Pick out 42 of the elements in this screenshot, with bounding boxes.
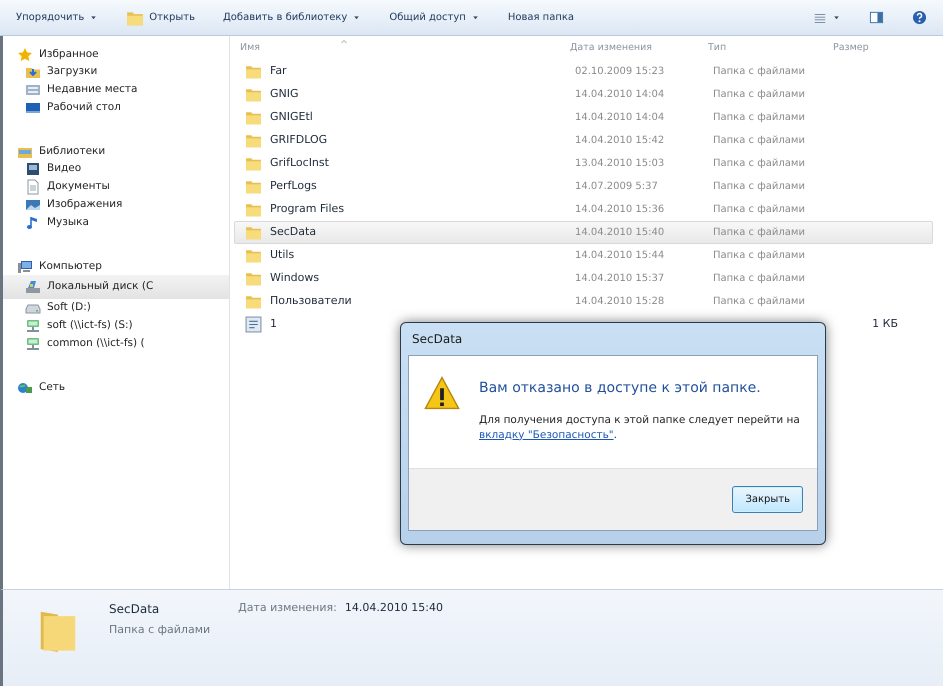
modified-date: 14.04.2010 15:36 xyxy=(575,204,664,215)
modified-date: 14.04.2010 15:40 xyxy=(575,227,664,238)
dialog-message: Для получения доступа к этой папке следует перейти на вкладку "Безопасность". xyxy=(479,413,801,442)
modified-date: 14.04.2010 15:42 xyxy=(575,135,664,146)
file-name: GRIFDLOG xyxy=(270,132,328,148)
file-name: GNIG xyxy=(270,86,299,102)
details-date: 14.04.2010 15:40 xyxy=(344,600,444,616)
file-name: 1 xyxy=(270,316,277,332)
file-name: GrifLocInst xyxy=(270,155,329,172)
modified-date: 14.04.2010 14:04 xyxy=(575,89,664,100)
details-type: Папка с файлами xyxy=(109,622,210,638)
file-name: Windows xyxy=(270,270,320,286)
modified-date: 13.04.2010 15:03 xyxy=(575,158,664,169)
dialog-heading: Вам отказано в доступе к этой папке. xyxy=(479,379,762,398)
file-name: Far xyxy=(270,63,287,80)
file-name: Пользователи xyxy=(270,293,352,310)
file-name: Utils xyxy=(270,247,294,264)
file-type: Папка с файлами xyxy=(713,112,805,123)
modified-date: 14.04.2010 14:04 xyxy=(575,112,664,123)
modified-date: 14.04.2010 15:37 xyxy=(575,273,664,284)
file-type: Папка с файлами xyxy=(713,273,805,284)
file-type: Папка с файлами xyxy=(713,250,805,261)
dialog-title: SecData xyxy=(412,331,462,348)
modified-date: 14.07.2009 5:37 xyxy=(575,181,658,192)
file-size: 1 КБ xyxy=(872,317,898,330)
modified-date: 02.10.2009 15:23 xyxy=(575,66,664,77)
file-type: Папка с файлами xyxy=(713,135,805,146)
modified-date: 14.04.2010 15:44 xyxy=(575,250,664,261)
file-type: Папка с файлами xyxy=(713,89,805,100)
file-type: Папка с файлами xyxy=(713,204,805,215)
file-type: Папка с файлами xyxy=(713,296,805,307)
file-name: Program Files xyxy=(270,201,344,218)
file-type: Папка с файлами xyxy=(713,66,805,77)
file-type: Папка с файлами xyxy=(713,227,805,238)
file-type: Папка с файлами xyxy=(713,158,805,169)
file-name: GNIGEtl xyxy=(270,109,313,126)
file-type: Папка с файлами xyxy=(713,181,805,192)
details-name: SecData xyxy=(109,601,160,618)
modified-date: 14.04.2010 15:28 xyxy=(575,296,664,307)
file-name: PerfLogs xyxy=(270,178,317,194)
file-name: SecData xyxy=(270,224,316,240)
details-date-label: Дата изменения: xyxy=(238,600,337,616)
